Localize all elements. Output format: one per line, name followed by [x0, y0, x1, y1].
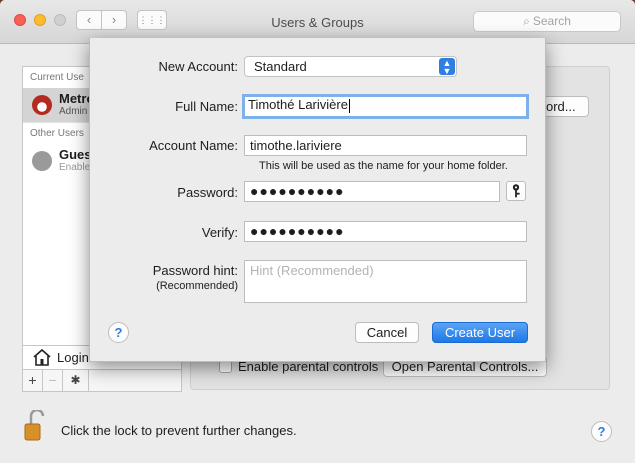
account-type-select[interactable]: Standard ▲ ▼ [244, 56, 457, 77]
verify-value: ●●●●●●●●●● [250, 223, 345, 239]
gear-icon[interactable]: ✱ [63, 370, 89, 391]
full-name-label: Full Name: [175, 99, 238, 114]
password-hint-field[interactable]: Hint (Recommended) [244, 260, 527, 303]
cancel-button[interactable]: Cancel [355, 322, 419, 343]
home-icon [33, 348, 51, 366]
lock-message: Click the lock to prevent further change… [61, 423, 297, 438]
user-list-toolbar: + − ✱ [23, 369, 181, 391]
key-icon [512, 184, 520, 198]
guest-name: Gues [59, 147, 92, 162]
account-name-label: Account Name: [149, 138, 238, 153]
search-icon: ⌕ [523, 14, 530, 28]
search-input[interactable]: ⌕ Search [473, 11, 621, 32]
account-type-value: Standard [254, 59, 307, 74]
create-user-button[interactable]: Create User [432, 322, 528, 343]
chevron-updown-icon: ▲ ▼ [439, 58, 455, 76]
password-label: Password: [177, 185, 238, 200]
password-hint-placeholder: Hint (Recommended) [250, 263, 374, 278]
users-groups-window: ‹ › ⋮⋮⋮ Users & Groups ⌕ Search Current U… [0, 0, 635, 463]
new-account-label: New Account: [158, 59, 239, 74]
help-button[interactable]: ? [591, 421, 612, 442]
verify-label: Verify: [201, 225, 238, 240]
lock-icon[interactable] [24, 410, 46, 442]
text-caret [348, 98, 350, 113]
login-options-label: Login [57, 350, 89, 365]
password-value: ●●●●●●●●●● [250, 183, 345, 199]
password-assistant-button[interactable] [506, 181, 526, 201]
add-user-button[interactable]: + [23, 370, 43, 391]
guest-status: Enable [59, 162, 91, 173]
avatar [32, 95, 52, 115]
password-hint-sublabel: (Recommended) [156, 280, 238, 292]
guest-avatar-icon [32, 151, 52, 171]
full-name-field[interactable]: Timothé Larivière [242, 94, 529, 119]
full-name-value: Timothé Larivière [248, 97, 348, 112]
verify-field[interactable]: ●●●●●●●●●● [244, 221, 527, 242]
new-account-sheet: New Account: Standard ▲ ▼ Full Name: Timo… [89, 38, 546, 362]
password-field[interactable]: ●●●●●●●●●● [244, 181, 500, 202]
account-name-note: This will be used as the name for your h… [259, 160, 508, 172]
search-placeholder: Search [532, 14, 571, 28]
account-name-field[interactable]: timothe.lariviere [244, 135, 527, 156]
remove-user-button[interactable]: − [43, 370, 63, 391]
account-name-value: timothe.lariviere [250, 138, 342, 153]
sheet-help-button[interactable]: ? [108, 322, 129, 343]
password-hint-label: Password hint: [152, 263, 238, 278]
user-role: Admin [59, 106, 88, 117]
